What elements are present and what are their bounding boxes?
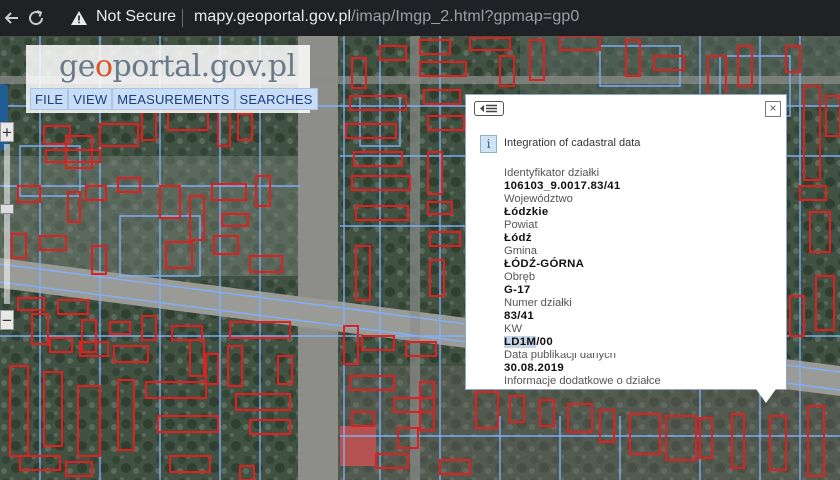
field-label: Numer działki (504, 297, 572, 309)
header-panel: geoportal.gov.pl FILE VIEW MEASUREMENTS … (26, 45, 318, 113)
menu-measurements[interactable]: MEASUREMENTS (112, 88, 235, 110)
field-label: Informacje dodatkowe o działce (504, 375, 661, 387)
main-menu: FILE VIEW MEASUREMENTS SEARCHES (30, 88, 318, 110)
kw-rest: /00 (536, 336, 553, 348)
zoom-out-button[interactable]: − (0, 310, 14, 330)
field-value-kw[interactable]: LD1M/00 (504, 336, 774, 349)
menu-view[interactable]: VIEW (68, 88, 113, 110)
field-value: 83/41 (504, 310, 535, 322)
url-path: /imap/Imgp_2.html?gpmap=gp0 (351, 8, 580, 25)
zoom-slider-thumb[interactable] (0, 204, 14, 214)
kw-highlight: LD1M (504, 336, 537, 348)
field-label: Województwo (504, 193, 573, 205)
field-value: 30.08.2019 (504, 362, 565, 374)
zoom-in-button[interactable]: + (0, 122, 14, 142)
url-separator (182, 9, 183, 27)
field-value: Łódź (504, 232, 532, 244)
info-icon: i (480, 135, 497, 153)
field-label: Gmina (504, 245, 537, 257)
url-host: mapy.geoportal.gov.pl (194, 8, 352, 25)
parcel-fields: Identyfikator działki 106103_9.0017.83/4… (504, 167, 774, 388)
logo-text-o: o (94, 49, 113, 84)
zoom-control: + − (0, 84, 14, 398)
field-label: KW (504, 323, 523, 335)
popup-pointer (756, 389, 776, 403)
geoportal-logo[interactable]: geoportal.gov.pl (59, 49, 296, 84)
warning-triangle-icon[interactable] (70, 9, 88, 27)
field-label: Data publikacji danych (504, 349, 616, 361)
address-bar[interactable]: mapy.geoportal.gov.pl/imap/Imgp_2.html?g… (194, 8, 579, 26)
field-value: G-17 (504, 284, 531, 296)
browser-toolbar: Not Secure mapy.geoportal.gov.pl/imap/Im… (0, 0, 840, 36)
logo-text-end: portal.gov.pl (112, 49, 297, 84)
field-label: Identyfikator działki (504, 167, 600, 179)
popup-menu-icon[interactable] (474, 101, 504, 116)
field-label: Obręb (504, 271, 536, 283)
redaction-box (558, 333, 624, 353)
popup-title: Integration of cadastral data (504, 137, 641, 149)
field-label: Powiat (504, 219, 538, 231)
security-indicator[interactable]: Not Secure (96, 8, 176, 26)
field-value: Łódzkie (504, 206, 549, 218)
back-arrow-icon[interactable] (0, 6, 24, 30)
zoom-slider-track[interactable] (4, 144, 10, 304)
menu-file[interactable]: FILE (30, 88, 69, 110)
reload-icon[interactable] (24, 6, 48, 30)
field-value: 106103_9.0017.83/41 (504, 180, 621, 192)
close-icon[interactable]: × (765, 101, 781, 117)
parcel-info-popup: × i Integration of cadastral data Identy… (465, 94, 787, 390)
field-value: ŁÓDŹ-GÓRNA (504, 258, 585, 270)
logo-text-start: ge (59, 49, 95, 84)
menu-searches[interactable]: SEARCHES (234, 88, 318, 110)
